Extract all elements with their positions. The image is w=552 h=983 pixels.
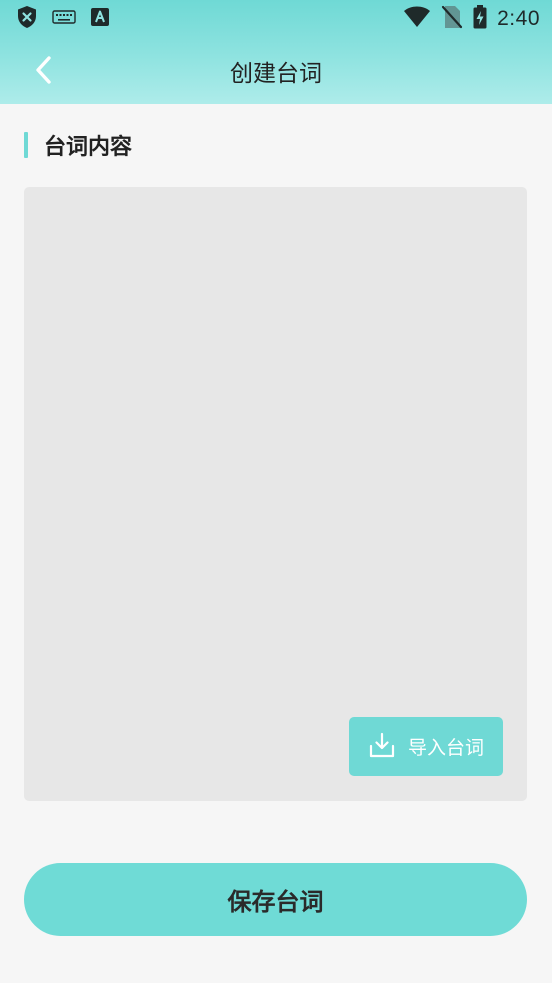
- section-accent-bar: [24, 132, 28, 158]
- save-lines-button[interactable]: 保存台词: [24, 863, 527, 936]
- shield-x-icon: [16, 5, 38, 33]
- import-lines-label: 导入台词: [407, 737, 484, 759]
- lines-content-box: [24, 187, 527, 801]
- download-icon: [368, 731, 396, 763]
- status-bar: 2:40: [0, 0, 552, 38]
- nav-bar: 创建台词: [0, 38, 552, 104]
- section-header: 台词内容: [24, 130, 132, 160]
- lines-content-input[interactable]: [24, 187, 527, 801]
- status-bar-right: 2:40: [403, 5, 540, 33]
- save-lines-label: 保存台词: [227, 888, 324, 916]
- section-title: 台词内容: [44, 135, 133, 160]
- wifi-icon: [403, 6, 431, 32]
- battery-charging-icon: [473, 5, 487, 33]
- keyboard-icon: [52, 9, 76, 29]
- status-time: 2:40: [497, 7, 540, 30]
- import-lines-button[interactable]: 导入台词: [349, 717, 503, 776]
- font-a-icon: [90, 7, 110, 31]
- page-title: 创建台词: [230, 61, 322, 87]
- create-lines-screen: 2:40 创建台词 台词内容 导入台词 保存台词: [0, 0, 552, 983]
- header: 2:40 创建台词: [0, 0, 552, 104]
- no-sim-icon: [441, 5, 463, 33]
- status-bar-left: [16, 6, 110, 32]
